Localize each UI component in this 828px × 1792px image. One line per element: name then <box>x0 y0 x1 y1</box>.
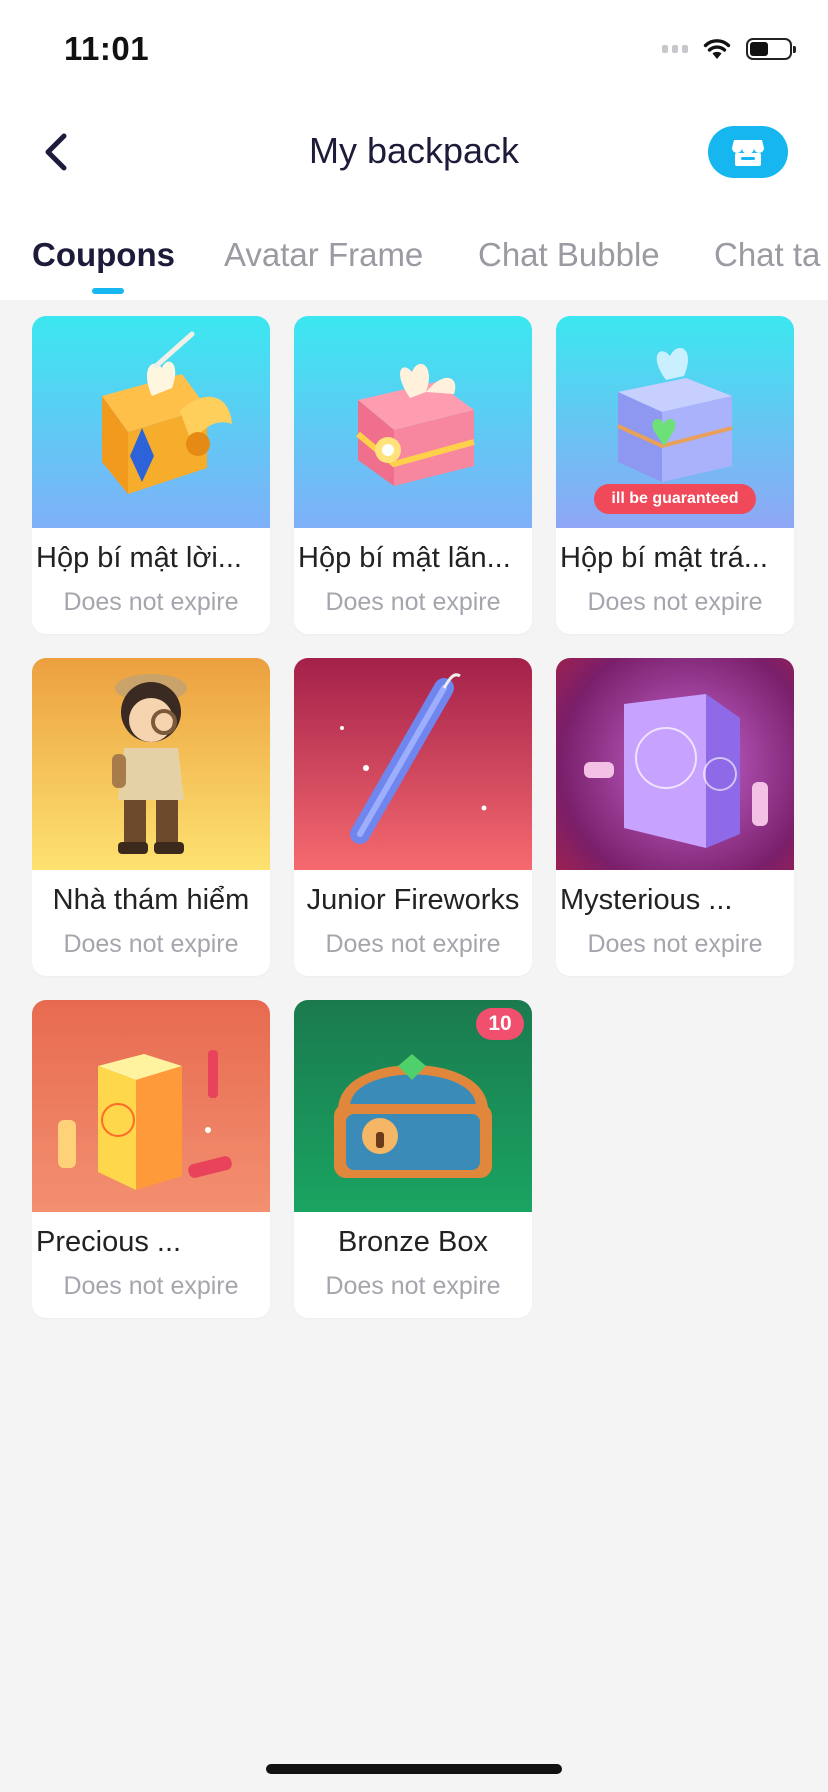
tab-coupons[interactable]: Coupons <box>32 236 175 274</box>
status-icons <box>662 34 796 64</box>
item-image: ill be guaranteed <box>556 316 794 528</box>
quantity-badge: 10 <box>476 1008 524 1040</box>
item-image <box>294 316 532 528</box>
item-card[interactable]: 10 Bronze Box Does not expire <box>294 1000 532 1318</box>
explorer-character-icon <box>112 674 187 854</box>
battery-icon <box>746 38 796 60</box>
store-icon <box>732 140 764 166</box>
item-name: Nhà thám hiểm <box>52 884 250 916</box>
status-time: 11:01 <box>64 30 150 67</box>
item-image <box>294 658 532 870</box>
orange-gift-box-icon <box>102 331 232 494</box>
item-image: 10 <box>294 1000 532 1212</box>
firework-stick-icon <box>340 673 487 844</box>
item-name: Hộp bí mật lời... <box>36 542 242 574</box>
item-name: Hộp bí mật trá... <box>560 542 768 574</box>
item-expiry: Does not expire <box>587 930 763 958</box>
item-name: Junior Fireworks <box>306 884 520 916</box>
guarantee-badge: ill be guaranteed <box>594 484 756 514</box>
tab-chat-bubble[interactable]: Chat Bubble <box>478 236 660 274</box>
cellular-signal-icon <box>662 45 688 53</box>
item-card[interactable]: Junior Fireworks Does not expire <box>294 658 532 976</box>
item-image <box>32 316 270 528</box>
active-tab-indicator <box>92 288 124 294</box>
item-card[interactable]: Hộp bí mật lãn... Does not expire <box>294 316 532 634</box>
item-card[interactable]: Precious ... Does not expire <box>32 1000 270 1318</box>
item-expiry: Does not expire <box>587 588 763 616</box>
item-image <box>556 658 794 870</box>
wifi-icon <box>703 39 731 59</box>
item-card[interactable]: ill be guaranteed Hộp bí mật trá... Does… <box>556 316 794 634</box>
item-expiry: Does not expire <box>325 588 501 616</box>
store-button[interactable] <box>708 126 788 178</box>
item-name: Bronze Box <box>338 1226 488 1258</box>
purple-firework-box-icon <box>584 694 768 848</box>
pink-gift-box-icon <box>356 363 475 486</box>
page-title: My backpack <box>308 130 520 171</box>
item-name: Precious ... <box>36 1226 182 1258</box>
item-image <box>32 1000 270 1212</box>
item-expiry: Does not expire <box>63 1272 239 1300</box>
category-tabs: Coupons Avatar Frame Chat Bubble Chat ta <box>0 228 828 298</box>
item-name: Mysterious ... <box>560 884 733 916</box>
item-card[interactable]: Hộp bí mật lời... Does not expire <box>32 316 270 634</box>
item-name: Hộp bí mật lãn... <box>298 542 511 574</box>
item-expiry: Does not expire <box>63 930 239 958</box>
tab-avatar-frame[interactable]: Avatar Frame <box>224 236 423 274</box>
item-card[interactable]: Nhà thám hiểm Does not expire <box>32 658 270 976</box>
item-expiry: Does not expire <box>325 1272 501 1300</box>
orange-firework-box-icon <box>58 1050 232 1190</box>
home-indicator <box>266 1764 562 1774</box>
item-expiry: Does not expire <box>63 588 239 616</box>
item-expiry: Does not expire <box>325 930 501 958</box>
item-image <box>32 658 270 870</box>
tab-chat-tag[interactable]: Chat ta <box>714 236 820 274</box>
item-card[interactable]: Mysterious ... Does not expire <box>556 658 794 976</box>
